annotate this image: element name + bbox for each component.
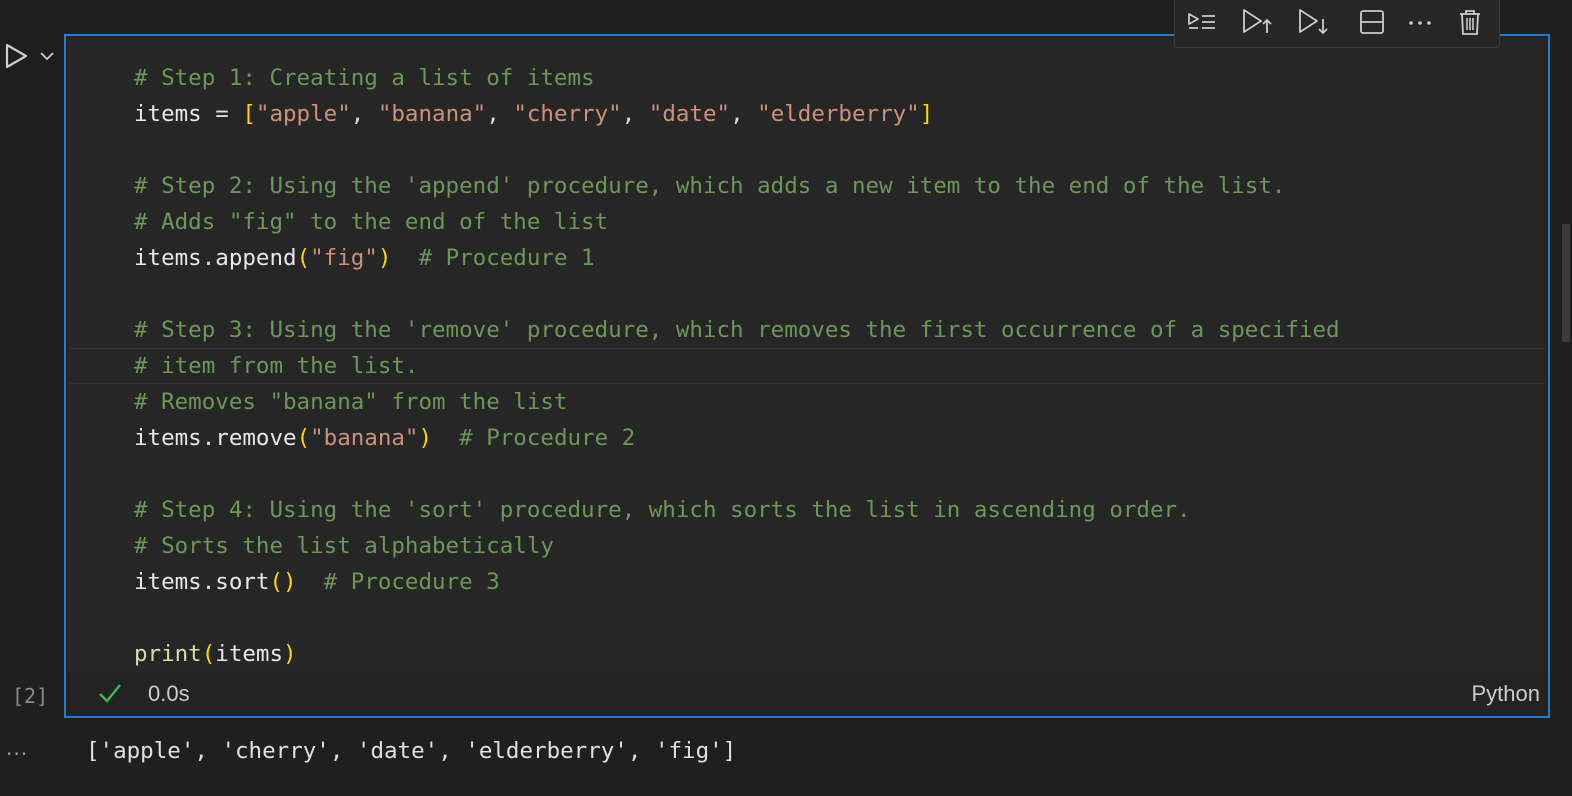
execute-below-button[interactable] [1297, 6, 1331, 38]
chevron-down-icon[interactable] [38, 48, 56, 64]
code-editor[interactable]: # Step 1: Creating a list of items items … [68, 38, 1546, 672]
code-line[interactable]: ​ [134, 456, 1340, 492]
split-cell-icon [1360, 10, 1384, 34]
code-line[interactable]: items.append("fig") # Procedure 1 [134, 240, 1340, 276]
delete-cell-icon [1460, 10, 1480, 35]
run-cell-icon[interactable] [4, 42, 30, 70]
code-line[interactable]: # Step 3: Using the 'remove' procedure, … [134, 312, 1340, 348]
more-actions-icon [1409, 21, 1431, 25]
code-line[interactable]: items.remove("banana") # Procedure 2 [134, 420, 1340, 456]
cell-toolbar [1174, 0, 1500, 48]
delete-cell-button[interactable] [1453, 6, 1487, 38]
execute-above-and-cell-icon [1188, 13, 1215, 29]
execute-above-icon [1243, 9, 1272, 33]
code-line[interactable]: print(items) [134, 636, 1340, 672]
code-line[interactable]: # Step 2: Using the 'append' procedure, … [134, 168, 1340, 204]
cell-output: ['apple', 'cherry', 'date', 'elderberry'… [86, 738, 737, 764]
code-line[interactable]: # Step 4: Using the 'sort' procedure, wh… [134, 492, 1340, 528]
code-cell[interactable]: # Step 1: Creating a list of items items … [64, 34, 1550, 718]
scrollbar-thumb[interactable] [1562, 224, 1570, 342]
code-line[interactable]: # item from the list. [134, 348, 1340, 384]
execute-below-icon [1299, 9, 1328, 35]
execution-duration: 0.0s [148, 681, 190, 706]
code-line[interactable]: # Removes "banana" from the list [134, 384, 1340, 420]
more-actions-button[interactable] [1403, 6, 1437, 38]
code-line[interactable]: # Step 1: Creating a list of items [134, 60, 1340, 96]
code-line[interactable]: items.sort() # Procedure 3 [134, 564, 1340, 600]
notebook-view: # Step 1: Creating a list of items items … [0, 0, 1572, 796]
code-line[interactable]: # Sorts the list alphabetically [134, 528, 1340, 564]
execution-count: [2] [12, 684, 49, 708]
code-line[interactable]: ​ [134, 600, 1340, 636]
cell-status-bar: 0.0s Python [66, 672, 1548, 716]
check-icon [99, 684, 121, 703]
code-line[interactable]: ​ [134, 132, 1340, 168]
execute-above-button[interactable] [1241, 6, 1275, 38]
code-line[interactable]: # Adds "fig" to the end of the list [134, 204, 1340, 240]
code-content[interactable]: # Step 1: Creating a list of items items … [134, 60, 1340, 672]
output-more-actions[interactable]: ··· [6, 742, 28, 766]
code-line[interactable]: items = ["apple", "banana", "cherry", "d… [134, 96, 1340, 132]
execute-above-and-cell-button[interactable] [1185, 6, 1219, 38]
cell-language[interactable]: Python [1472, 681, 1541, 707]
code-line[interactable]: ​ [134, 276, 1340, 312]
split-cell-button[interactable] [1355, 6, 1389, 38]
